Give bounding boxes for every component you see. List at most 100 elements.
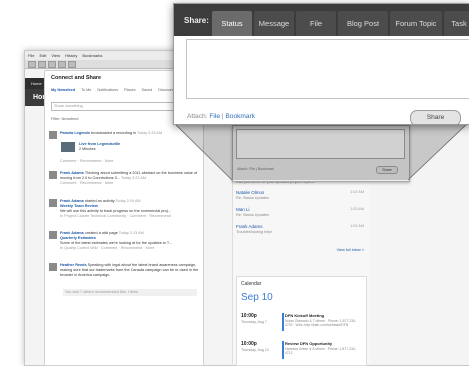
post-text: started an activity	[84, 199, 115, 203]
tab-places[interactable]: Places	[124, 88, 135, 92]
attachment-subtitle: Some of the latest estimates we're looki…	[60, 241, 172, 245]
post-author[interactable]: Frank Adams	[60, 231, 84, 235]
tab-message[interactable]: Message	[254, 11, 294, 36]
menu-history[interactable]: History	[65, 53, 77, 58]
mini-share-button[interactable]: Share	[376, 166, 398, 174]
menu-bookmarks[interactable]: Bookmarks	[82, 53, 102, 58]
inbox-sender: Man Li	[236, 207, 250, 212]
attach-separator: |	[221, 113, 224, 120]
post-author[interactable]: Frank Adams	[60, 199, 84, 203]
video-thumbnail[interactable]	[61, 142, 75, 152]
forward-button[interactable]	[38, 60, 46, 68]
post-text: broadcasted a recording in	[91, 131, 136, 135]
inbox-subject: Re: Status Updates	[236, 212, 269, 217]
attachment-subtitle: We will use this activity to track progr…	[60, 209, 171, 213]
avatar[interactable]	[49, 171, 57, 179]
attach-bookmark-link[interactable]: Bookmark	[225, 113, 255, 120]
event-name: Review DFN Opportunity	[285, 341, 333, 346]
post-author[interactable]: Heather Reeds	[60, 263, 87, 267]
inbox-time: 1:02 AM	[350, 190, 364, 194]
tab-blog-post[interactable]: Blog Post	[338, 11, 388, 36]
attachment-subtitle: 2 Minutes	[79, 147, 96, 151]
tab-saved[interactable]: Saved	[142, 88, 153, 92]
post-actions[interactable]: Comment · Recommend · More	[60, 159, 200, 164]
attachment-title[interactable]: Quarterly Estimates	[60, 236, 96, 240]
view-full-inbox-link[interactable]: View full inbox »	[236, 248, 364, 254]
recommend-note: You and 7 others recommended this. I thi…	[63, 289, 197, 296]
calendar-event[interactable]: 10:00p Thursday, Aug 12 Review DFN Oppor…	[241, 341, 363, 363]
event-details: Nolan Olamadu & 7 others · Phone: 1-877-…	[285, 319, 357, 327]
feed-filter[interactable]: Filter: Newsfeed	[51, 117, 78, 121]
avatar[interactable]	[49, 231, 57, 239]
tab-forum-topic[interactable]: Forum Topic	[390, 11, 442, 36]
inbox-subject: Re: Status Updates	[236, 195, 269, 200]
feed-post: Pamela Legends broadcasted a recording i…	[49, 131, 201, 171]
inbox-subject: Troubleshooting help!	[236, 229, 273, 234]
event-day: Thursday, Aug 12	[241, 348, 269, 352]
tab-discover[interactable]: Discover	[158, 88, 173, 92]
post-author[interactable]: Pamela Legends	[60, 131, 90, 135]
post-time: Today 2:22 AM	[120, 176, 147, 180]
event-time: 10:00p	[241, 313, 257, 319]
attach-label: Attach:	[187, 113, 208, 120]
inbox-sender: Natalie Olmos	[236, 190, 265, 195]
tab-status[interactable]: Status	[212, 11, 252, 36]
feed-post: Heather Reeds Speaking with legal about …	[49, 263, 201, 303]
menu-edit[interactable]: Edit	[39, 53, 46, 58]
event-time: 10:00p	[241, 341, 257, 347]
post-time: Today 2:25 AM	[137, 131, 163, 135]
inbox-row[interactable]: Natalie Olmos 1:02 AM Re: Status Updates	[236, 190, 364, 201]
share-label: Share:	[184, 16, 209, 25]
inbox-row[interactable]: Frank Adams 1:02 AM Troubleshooting help…	[236, 224, 364, 235]
feed-post: Frank Adams started an activity Today 2:…	[49, 199, 201, 231]
attachment-title[interactable]: Live from Legendsville	[79, 142, 120, 146]
feed-post: Frank Adams Thinking about submitting a …	[49, 171, 201, 199]
tab-my-newsfeed[interactable]: My Newsfeed	[51, 88, 75, 92]
post-actions[interactable]: In Quality Control Wiki · Comment · Reco…	[60, 246, 154, 250]
attach-file-link[interactable]: File	[209, 113, 220, 120]
avatar[interactable]	[49, 131, 57, 139]
feed-post: Frank Adams created a wiki page Today 2:…	[49, 231, 201, 263]
inbox-time: 1:02 AM	[350, 224, 364, 228]
event-details: Vanessa Green & 8 others · Phone: 1-877-…	[285, 347, 356, 355]
mini-share-textbox[interactable]	[236, 129, 405, 159]
menu-file[interactable]: File	[28, 53, 34, 58]
inbox-time: 1:02 AM	[350, 207, 364, 211]
calendar-event[interactable]: 10:00p Thursday, Aug 7 DFN Kickoff Meeti…	[241, 313, 363, 335]
avatar[interactable]	[49, 263, 57, 271]
home-button[interactable]	[68, 60, 76, 68]
calendar-widget: Calendar Sep 10 10:00p Thursday, Aug 7 D…	[236, 276, 367, 366]
attach-links: Attach: File | Bookmark	[187, 113, 255, 120]
status-textarea[interactable]	[186, 39, 469, 99]
event-color-bar	[282, 313, 284, 331]
composer-tabbar: Share: Status Message File Blog Post For…	[174, 4, 469, 36]
post-text: created a wiki page	[84, 231, 118, 235]
tab-file[interactable]: File	[296, 11, 336, 36]
post-actions[interactable]: Comment · Recommend · More	[60, 181, 113, 185]
feed-tabs: My Newsfeed To Me Notifications Places S…	[51, 88, 173, 92]
tab-notifications[interactable]: Notifications	[97, 88, 118, 92]
post-time: Today 2:19 AM	[115, 199, 141, 203]
stop-button[interactable]	[58, 60, 66, 68]
share-composer: Share: Status Message File Blog Post For…	[173, 3, 469, 125]
post-author[interactable]: Frank Adams	[60, 171, 84, 175]
post-actions[interactable]: In Project Cluster Technical Community ·…	[60, 214, 171, 218]
calendar-title: Calendar	[241, 281, 262, 287]
tab-to-me[interactable]: To Me	[81, 88, 91, 92]
topnav-home[interactable]: Home	[31, 81, 42, 86]
inbox-row[interactable]: Man Li 1:02 AM Re: Status Updates	[236, 207, 364, 218]
event-name: DFN Kickoff Meeting	[285, 313, 325, 318]
attachment-title[interactable]: Weekly Team Review	[60, 204, 98, 208]
calendar-date: Sep 10	[241, 292, 273, 303]
mini-attach-links[interactable]: Attach: File | Bookmark	[237, 167, 274, 171]
reload-button[interactable]	[48, 60, 56, 68]
back-button[interactable]	[28, 60, 36, 68]
menu-view[interactable]: View	[51, 53, 60, 58]
event-day: Thursday, Aug 7	[241, 320, 267, 324]
avatar[interactable]	[49, 199, 57, 207]
post-time: Today 2:13 AM	[118, 231, 144, 235]
share-button[interactable]: Share	[410, 110, 461, 124]
tab-task[interactable]: Task	[444, 11, 469, 36]
inbox-widget: Can you send me your updated project rep…	[232, 176, 369, 266]
event-color-bar	[282, 341, 284, 359]
